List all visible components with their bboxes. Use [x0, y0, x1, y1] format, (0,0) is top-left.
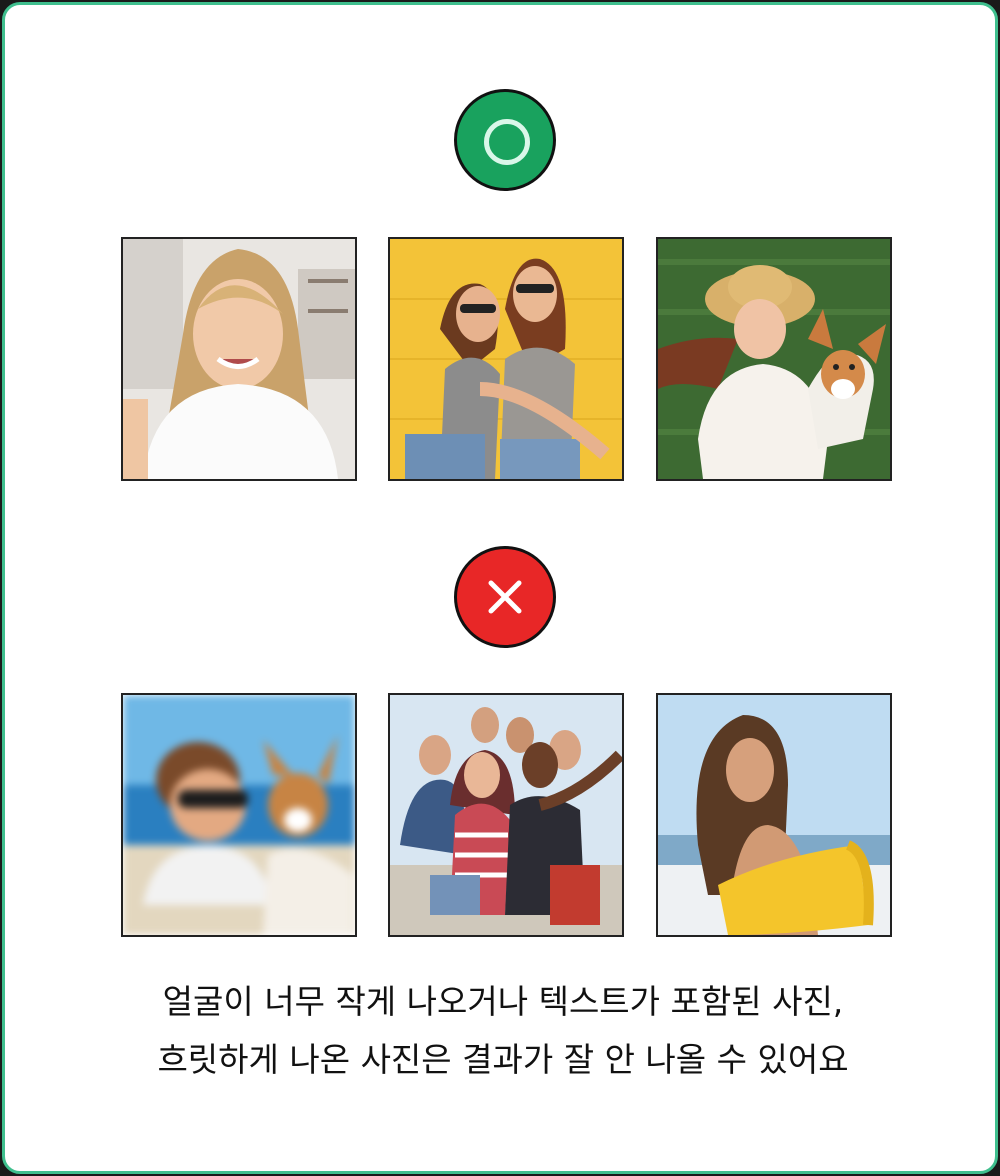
woman-on-beach-photo [656, 693, 892, 937]
blurry-boy-with-dog-photo [121, 693, 357, 937]
two-friends-yellow-wall-photo [388, 237, 624, 481]
caption-line-2: 흐릿하게 나온 사진은 결과가 잘 안 나올 수 있어요 [157, 1040, 849, 1079]
x-mark-icon [454, 546, 556, 648]
group-of-friends-photo [388, 693, 624, 937]
guide-card: 얼굴이 너무 작게 나오거나 텍스트가 포함된 사진, 흐릿하게 나온 사진은 … [2, 2, 998, 1174]
check-circle-icon [454, 89, 556, 191]
caption: 얼굴이 너무 작게 나오거나 텍스트가 포함된 사진, 흐릿하게 나온 사진은 … [5, 973, 1000, 1089]
caption-line-1: 얼굴이 너무 작게 나오거나 텍스트가 포함된 사진, [162, 982, 844, 1021]
selfie-woman-photo [121, 237, 357, 481]
girl-with-dog-on-grass-photo [656, 237, 892, 481]
